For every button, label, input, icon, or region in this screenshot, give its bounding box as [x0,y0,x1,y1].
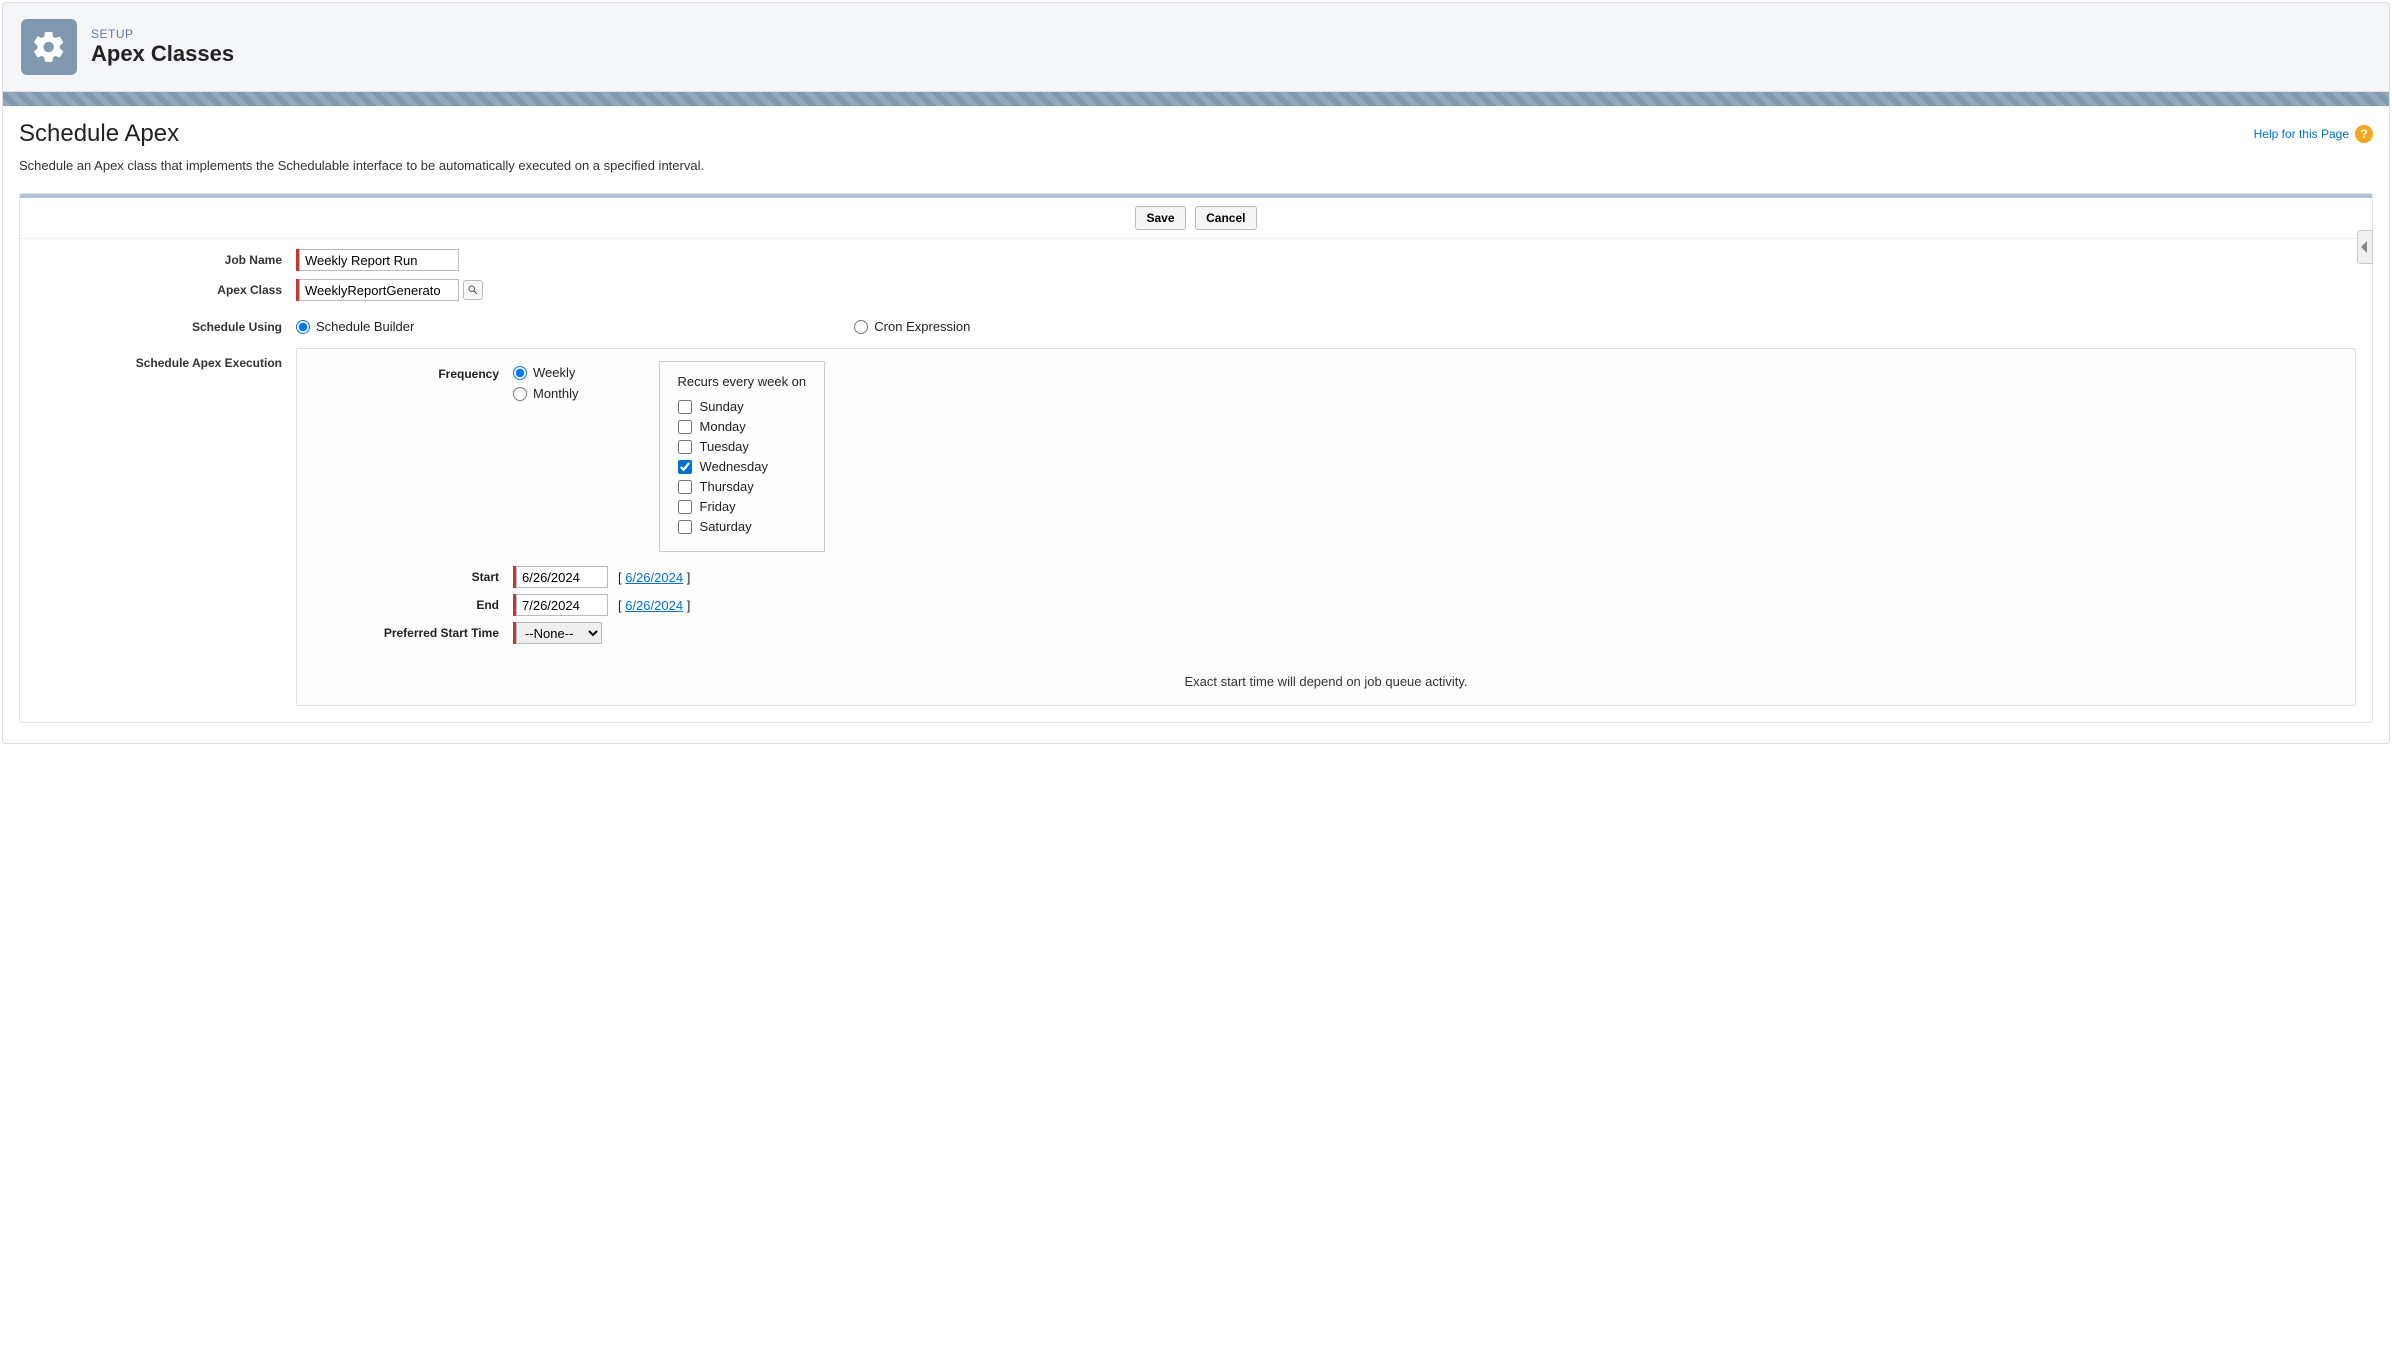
thursday-label: Thursday [700,479,754,494]
job-name-input[interactable] [299,249,459,271]
end-date-row: End [ 6/26/2024 ] [313,594,2339,616]
form-body: Job Name Apex Class Schedule Using [20,239,2372,722]
help-icon: ? [2355,125,2373,143]
schedule-builder-radio[interactable]: Schedule Builder [296,319,414,334]
saturday-checkbox[interactable] [678,520,692,534]
apex-class-input[interactable] [299,279,459,301]
content-area: Schedule Apex Help for this Page ? Sched… [3,106,2389,743]
start-date-input[interactable] [516,566,608,588]
form-panel: Save Cancel Job Name Apex Class [19,193,2373,723]
setup-header: SETUP Apex Classes [3,3,2389,92]
start-date-hint-link[interactable]: 6/26/2024 [625,570,683,585]
preferred-time-label: Preferred Start Time [313,626,513,640]
sunday-checkbox[interactable] [678,400,692,414]
thursday-checkbox[interactable] [678,480,692,494]
preferred-time-select[interactable]: --None-- [516,622,602,644]
monthly-radio[interactable]: Monthly [513,386,579,401]
cron-expression-radio[interactable]: Cron Expression [854,319,970,334]
schedule-builder-radio-input[interactable] [296,320,310,334]
schedule-builder-radio-label: Schedule Builder [316,319,414,334]
day-friday[interactable]: Friday [678,499,807,514]
lookup-icon[interactable] [463,280,483,300]
weekly-radio-label: Weekly [533,365,575,380]
cron-expression-radio-label: Cron Expression [874,319,970,334]
help-link[interactable]: Help for this Page ? [2254,125,2373,143]
saturday-label: Saturday [700,519,752,534]
weekly-radio-input[interactable] [513,366,527,380]
frequency-radios: Weekly Monthly [513,361,579,401]
tuesday-checkbox[interactable] [678,440,692,454]
monday-label: Monday [700,419,746,434]
friday-label: Friday [700,499,736,514]
day-monday[interactable]: Monday [678,419,807,434]
day-tuesday[interactable]: Tuesday [678,439,807,454]
preferred-time-row: Preferred Start Time --None-- [313,622,2339,644]
monday-checkbox[interactable] [678,420,692,434]
start-date-hint: [ 6/26/2024 ] [618,570,690,585]
execution-label: Schedule Apex Execution [36,348,296,706]
frequency-row: Frequency Weekly Monthly [313,361,2339,552]
wednesday-checkbox[interactable] [678,460,692,474]
friday-checkbox[interactable] [678,500,692,514]
day-saturday[interactable]: Saturday [678,519,807,534]
title-row: Schedule Apex Help for this Page ? [19,120,2373,148]
execution-panel: Frequency Weekly Monthly [296,348,2356,706]
header-text: SETUP Apex Classes [91,27,234,67]
frequency-label: Frequency [313,361,513,381]
button-row: Save Cancel [20,198,2372,239]
end-date-input[interactable] [516,594,608,616]
page-wrapper: SETUP Apex Classes Schedule Apex Help fo… [2,2,2390,744]
recur-box: Recurs every week on Sunday Monday [659,361,826,552]
execution-section: Schedule Apex Execution Frequency Weekly [36,348,2356,706]
day-thursday[interactable]: Thursday [678,479,807,494]
end-date-label: End [313,598,513,612]
section-title: Schedule Apex [19,120,179,148]
schedule-using-row: Schedule Using Schedule Builder Cron Exp… [36,319,2356,334]
apex-class-label: Apex Class [36,283,296,297]
apex-class-row: Apex Class [36,279,2356,301]
tuesday-label: Tuesday [700,439,749,454]
wednesday-label: Wednesday [700,459,768,474]
start-date-label: Start [313,570,513,584]
weekly-radio[interactable]: Weekly [513,365,579,380]
end-date-hint-link[interactable]: 6/26/2024 [625,598,683,613]
start-date-row: Start [ 6/26/2024 ] [313,566,2339,588]
collapse-handle[interactable] [2357,230,2373,264]
day-sunday[interactable]: Sunday [678,399,807,414]
sunday-label: Sunday [700,399,744,414]
job-name-row: Job Name [36,249,2356,271]
page-description: Schedule an Apex class that implements t… [19,158,2373,173]
end-date-hint: [ 6/26/2024 ] [618,598,690,613]
setup-label: SETUP [91,27,234,41]
queue-note: Exact start time will depend on job queu… [313,674,2339,689]
pattern-band [3,92,2389,106]
page-title: Apex Classes [91,41,234,67]
day-wednesday[interactable]: Wednesday [678,459,807,474]
monthly-radio-input[interactable] [513,387,527,401]
job-name-label: Job Name [36,253,296,267]
monthly-radio-label: Monthly [533,386,579,401]
schedule-using-label: Schedule Using [36,320,296,334]
save-button[interactable]: Save [1135,206,1185,230]
recur-title: Recurs every week on [678,374,807,389]
gear-icon [21,19,77,75]
cron-expression-radio-input[interactable] [854,320,868,334]
cancel-button[interactable]: Cancel [1195,206,1256,230]
help-link-text: Help for this Page [2254,127,2349,141]
